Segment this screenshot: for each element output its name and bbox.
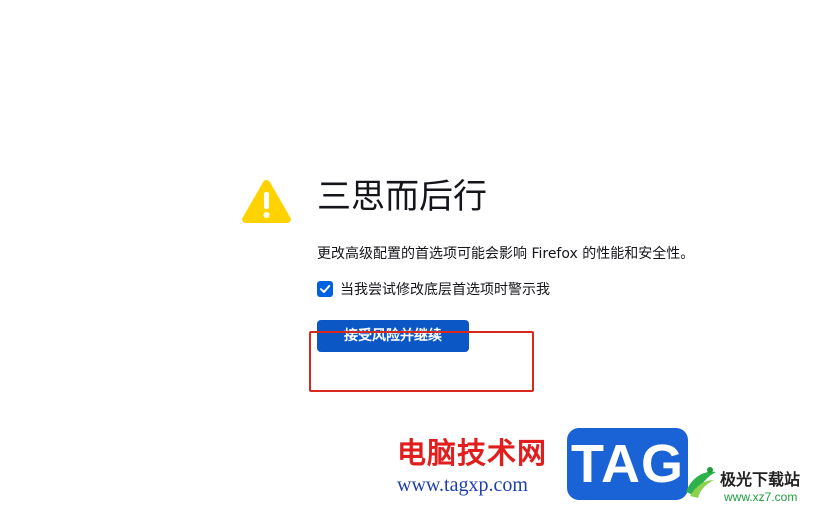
watermark-download-site: 极光下载站 [720, 470, 801, 489]
warning-description: 更改高级配置的首选项可能会影响 Firefox 的性能和安全性。 [317, 246, 695, 262]
watermark-url: www.tagxp.com [397, 474, 528, 496]
watermark-download-url: www.xz7.com [724, 490, 798, 504]
checkbox-label: 当我尝试修改底层首选项时警示我 [340, 282, 550, 298]
checkbox[interactable] [317, 281, 333, 297]
page-title: 三思而后行 [317, 177, 487, 217]
warn-preference-toggle[interactable]: 当我尝试修改底层首选项时警示我 [317, 279, 550, 299]
warning-icon [242, 180, 291, 223]
highlight-annotation [309, 331, 534, 392]
tag-logo: TAG [567, 428, 688, 500]
watermark-site-name: 电脑技术网 [397, 436, 548, 470]
checkmark-icon [320, 285, 331, 293]
aurora-logo-icon [686, 467, 716, 498]
